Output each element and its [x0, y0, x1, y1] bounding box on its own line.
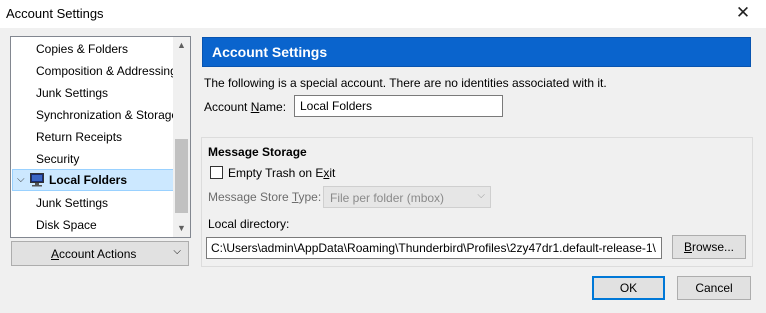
panel-header-title: Account Settings: [212, 44, 328, 60]
tree-item-label: Local Folders: [49, 173, 128, 187]
tree-item-disk-space[interactable]: Disk Space: [11, 214, 176, 236]
store-type-select: File per folder (mbox) ⌵: [323, 186, 491, 208]
tree-item-security[interactable]: Security: [11, 148, 176, 170]
tree-item-synchronization-storage[interactable]: Synchronization & Storage: [11, 104, 176, 126]
local-directory-input[interactable]: C:\Users\admin\AppData\Roaming\Thunderbi…: [206, 237, 662, 259]
tree-item-junk-settings[interactable]: Junk Settings: [11, 82, 176, 104]
local-directory-label: Local directory:: [208, 217, 290, 231]
tree-item-label: Junk Settings: [36, 86, 109, 100]
window-title: Account Settings: [6, 6, 104, 21]
tree-item-label: Synchronization & Storage: [36, 108, 176, 122]
tree-item-copies-folders[interactable]: Copies & Folders: [11, 38, 176, 60]
account-name-input[interactable]: [294, 95, 503, 117]
account-actions-button[interactable]: Account Actions ⌵: [11, 241, 189, 266]
tree-item-label: Security: [36, 152, 80, 166]
tree-item-label: Composition & Addressing: [36, 64, 176, 78]
account-tree[interactable]: Copies & Folders Composition & Addressin…: [10, 36, 191, 238]
browse-button[interactable]: Browse...: [672, 235, 746, 259]
info-text: The following is a special account. Ther…: [204, 76, 607, 90]
close-icon[interactable]: ✕: [720, 0, 766, 28]
chevron-down-icon[interactable]: ⌵: [17, 170, 25, 190]
chevron-down-icon: ⌵: [477, 190, 485, 201]
tree-item-label: Return Receipts: [36, 130, 123, 144]
chevron-down-icon: ⌵: [173, 246, 181, 257]
scroll-down-icon[interactable]: ▼: [173, 220, 190, 237]
title-bar: Account Settings ✕: [0, 0, 766, 28]
cancel-button[interactable]: Cancel: [677, 276, 751, 300]
panel-header: Account Settings: [202, 37, 751, 67]
ok-button[interactable]: OK: [592, 276, 665, 300]
tree-item-local-folders[interactable]: ⌵ Local Folders: [12, 169, 175, 191]
empty-trash-label[interactable]: Empty Trash on Exit: [228, 166, 335, 180]
tree-scrollbar[interactable]: ▲ ▼: [173, 37, 190, 237]
message-storage-title: Message Storage: [208, 145, 307, 159]
tree-item-return-receipts[interactable]: Return Receipts: [11, 126, 176, 148]
tree-item-label: Junk Settings: [36, 196, 109, 210]
empty-trash-checkbox[interactable]: [210, 166, 223, 179]
tree-item-junk-settings-local[interactable]: Junk Settings: [11, 192, 176, 214]
tree-item-composition-addressing[interactable]: Composition & Addressing: [11, 60, 176, 82]
scroll-up-icon[interactable]: ▲: [173, 37, 190, 54]
account-name-label: Account Name:: [204, 100, 287, 114]
store-type-label: Message Store Type:: [208, 190, 322, 204]
tree-item-label: Copies & Folders: [36, 42, 129, 56]
account-actions-label: Account Actions: [51, 247, 137, 261]
tree-item-label: Disk Space: [36, 218, 97, 232]
computer-icon: [30, 173, 44, 187]
scrollbar-thumb[interactable]: [175, 139, 188, 213]
store-type-value: File per folder (mbox): [330, 191, 445, 205]
